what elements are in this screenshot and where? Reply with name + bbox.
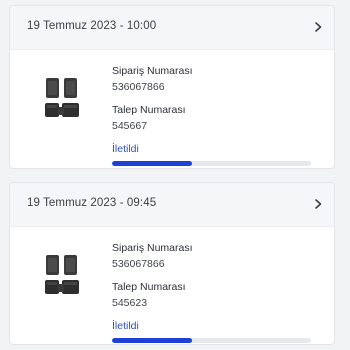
order-number-label: Sipariş Numarası bbox=[112, 242, 193, 254]
order-card[interactable]: 19 Temmuz 2023 - 10:00 Sipariş Numarası … bbox=[9, 5, 335, 169]
order-date: 19 Temmuz 2023 - 09:45 bbox=[27, 197, 157, 209]
order-card-header[interactable]: 19 Temmuz 2023 - 10:00 bbox=[10, 6, 334, 50]
order-number-label: Sipariş Numarası bbox=[112, 65, 193, 77]
order-date: 19 Temmuz 2023 - 10:00 bbox=[27, 20, 157, 32]
order-info: Sipariş Numarası 536067866 Talep Numaras… bbox=[112, 241, 322, 343]
order-status: İletildi bbox=[112, 143, 139, 155]
progress-fill bbox=[112, 161, 192, 166]
progress-fill bbox=[112, 338, 192, 343]
order-status: İletildi bbox=[112, 320, 139, 332]
order-info: Sipariş Numarası 536067866 Talep Numaras… bbox=[112, 64, 322, 166]
request-number-label: Talep Numarası bbox=[112, 104, 186, 116]
request-number-value: 545667 bbox=[112, 120, 148, 132]
order-number-value: 536067866 bbox=[112, 81, 165, 93]
request-number-value: 545623 bbox=[112, 297, 148, 309]
product-image bbox=[45, 255, 79, 294]
order-number-value: 536067866 bbox=[112, 258, 165, 270]
progress-bar bbox=[112, 161, 311, 166]
chevron-right-icon[interactable] bbox=[311, 20, 325, 34]
order-card-header[interactable]: 19 Temmuz 2023 - 09:45 bbox=[10, 183, 334, 227]
chevron-right-icon[interactable] bbox=[311, 197, 325, 211]
order-card[interactable]: 19 Temmuz 2023 - 09:45 Sipariş Numarası … bbox=[9, 182, 335, 345]
product-image bbox=[45, 78, 79, 117]
progress-bar bbox=[112, 338, 311, 343]
request-number-label: Talep Numarası bbox=[112, 281, 186, 293]
